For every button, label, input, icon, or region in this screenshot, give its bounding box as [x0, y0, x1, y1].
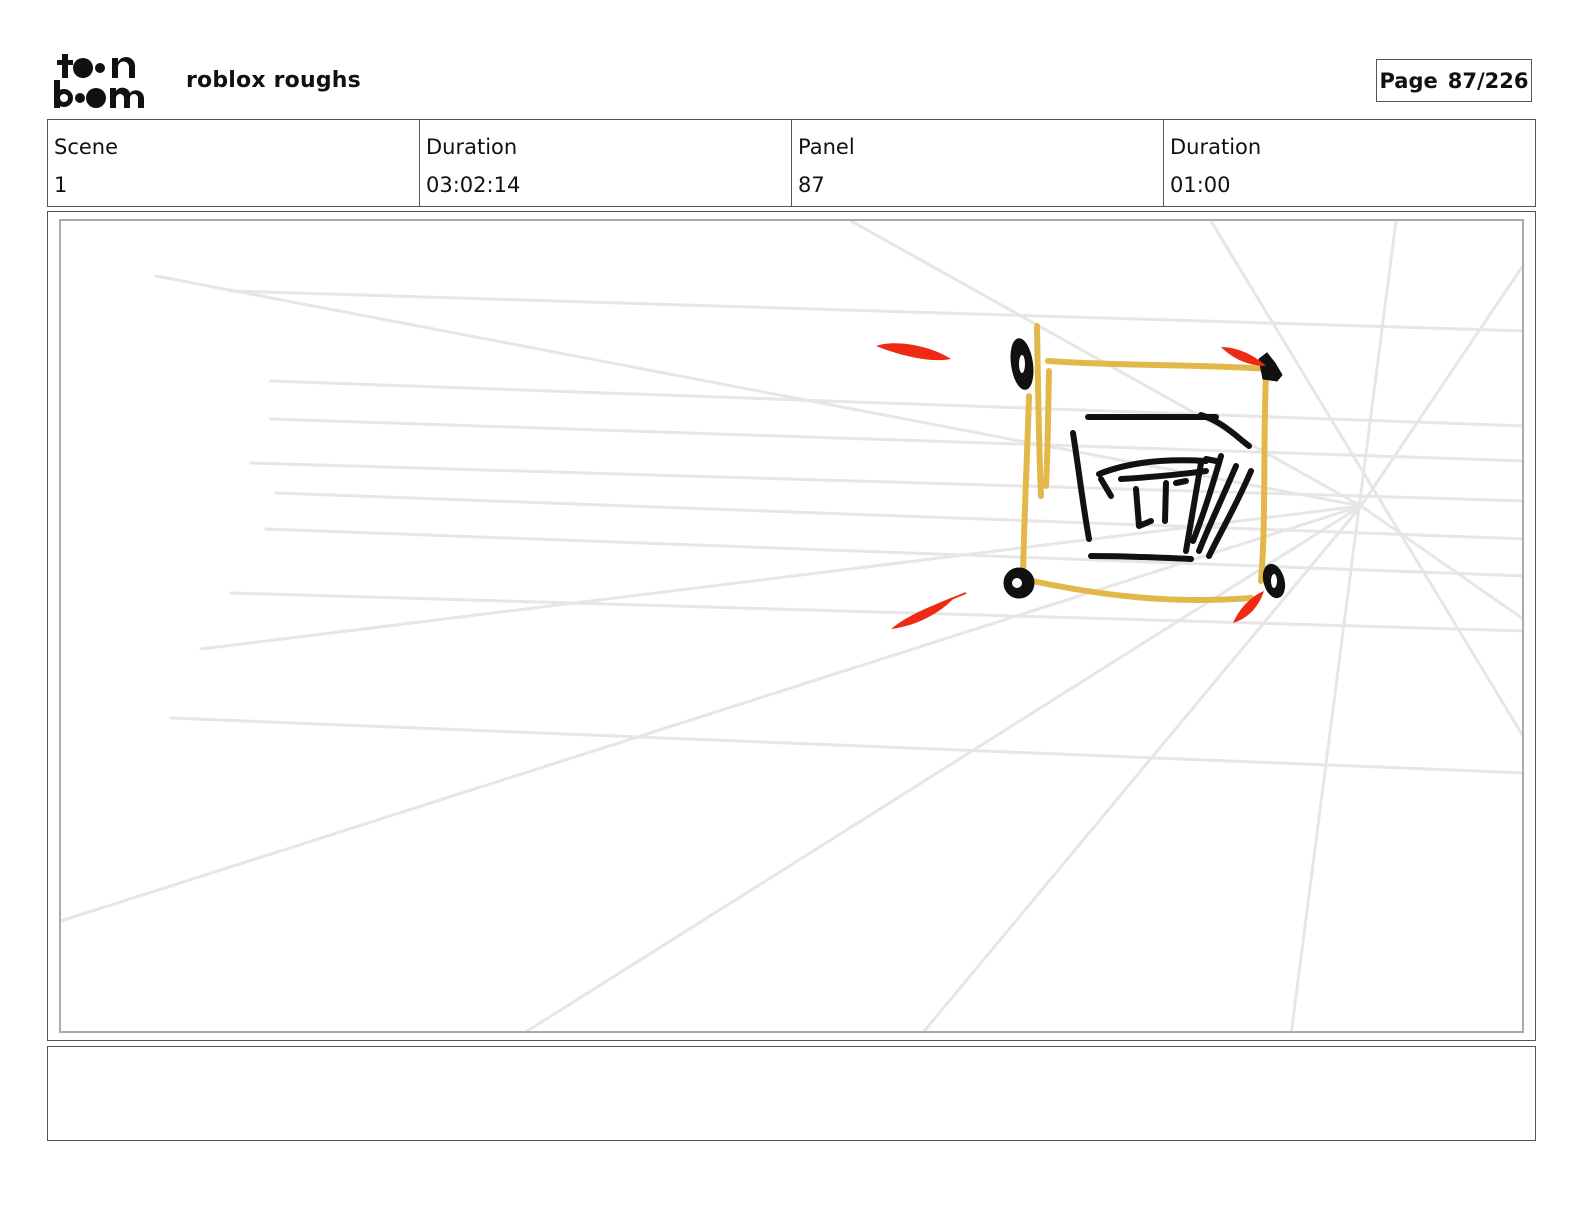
page-value: 87/226 — [1447, 68, 1529, 93]
page-label: Page — [1379, 68, 1438, 93]
scene-duration-cell: Duration 03:02:14 — [420, 120, 792, 206]
panel-label: Panel — [798, 135, 855, 159]
scene-label: Scene — [54, 135, 119, 159]
panel-notes-box — [47, 1046, 1536, 1141]
toonboom-logo — [50, 50, 165, 112]
panel-duration-label: Duration — [1170, 135, 1262, 159]
scene-value: 1 — [54, 173, 68, 197]
scene-cell: Scene 1 — [48, 120, 420, 206]
page-indicator: Page 87/226 — [1376, 59, 1532, 102]
storyboard-panel-image — [59, 219, 1524, 1033]
perspective-guides — [61, 221, 1522, 1031]
panel-duration-cell: Duration 01:00 — [1164, 120, 1535, 206]
scene-duration-value: 03:02:14 — [426, 173, 521, 197]
panel-sketch — [61, 221, 1522, 1031]
panel-duration-value: 01:00 — [1170, 173, 1231, 197]
project-title: roblox roughs — [186, 68, 361, 93]
panel-value: 87 — [798, 173, 825, 197]
panel-info-table: Scene 1 Duration 03:02:14 Panel 87 Durat… — [47, 119, 1536, 207]
scene-duration-label: Duration — [426, 135, 518, 159]
panel-cell: Panel 87 — [792, 120, 1164, 206]
